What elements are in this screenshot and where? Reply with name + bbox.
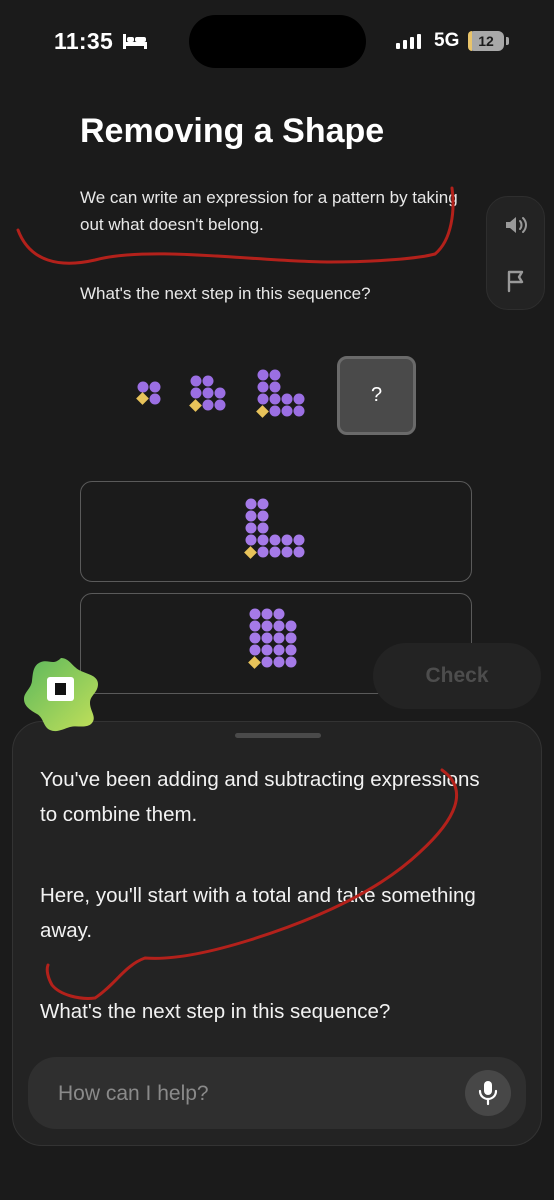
answer-option-1[interactable]	[80, 481, 472, 582]
battery-percent: 12	[478, 33, 494, 49]
cellular-signal-icon	[396, 34, 421, 49]
chat-input[interactable]	[56, 1075, 440, 1113]
unknown-step-box: ?	[337, 356, 416, 435]
l-shape-figure	[244, 498, 305, 559]
dynamic-island	[189, 15, 366, 68]
network-type: 5G	[434, 30, 460, 51]
assistant-message: What's the next step in this sequence?	[40, 1000, 391, 1023]
battery-icon: 12	[468, 31, 504, 51]
sequence-step-2	[189, 375, 226, 412]
battery-nub	[506, 37, 509, 45]
assistant-message: Here, you'll start with a total and take…	[40, 884, 476, 942]
page-title: Removing a Shape	[80, 112, 385, 150]
lesson-paragraph: We can write an expression for a pattern…	[80, 188, 458, 234]
battery-level-fill	[468, 31, 473, 51]
sequence-step-1	[136, 381, 161, 405]
status-time: 11:35	[54, 28, 114, 54]
audio-button[interactable]	[487, 200, 544, 250]
block-shape-figure	[248, 608, 297, 669]
sheet-drag-handle[interactable]	[235, 733, 321, 738]
mascot-avatar-icon	[24, 658, 98, 732]
flag-icon	[507, 270, 523, 293]
check-button[interactable]: Check	[373, 643, 541, 709]
microphone-icon	[478, 1081, 498, 1106]
report-button[interactable]	[487, 256, 544, 306]
lesson-question: What's the next step in this sequence?	[80, 284, 371, 303]
sequence-step-3	[256, 369, 305, 418]
microphone-button[interactable]	[465, 1070, 511, 1116]
sequence-figures	[136, 369, 305, 418]
side-panel	[486, 196, 545, 310]
assistant-message: You've been adding and subtracting expre…	[40, 768, 480, 826]
speaker-icon	[505, 217, 527, 233]
sleep-mode-icon	[122, 32, 148, 55]
